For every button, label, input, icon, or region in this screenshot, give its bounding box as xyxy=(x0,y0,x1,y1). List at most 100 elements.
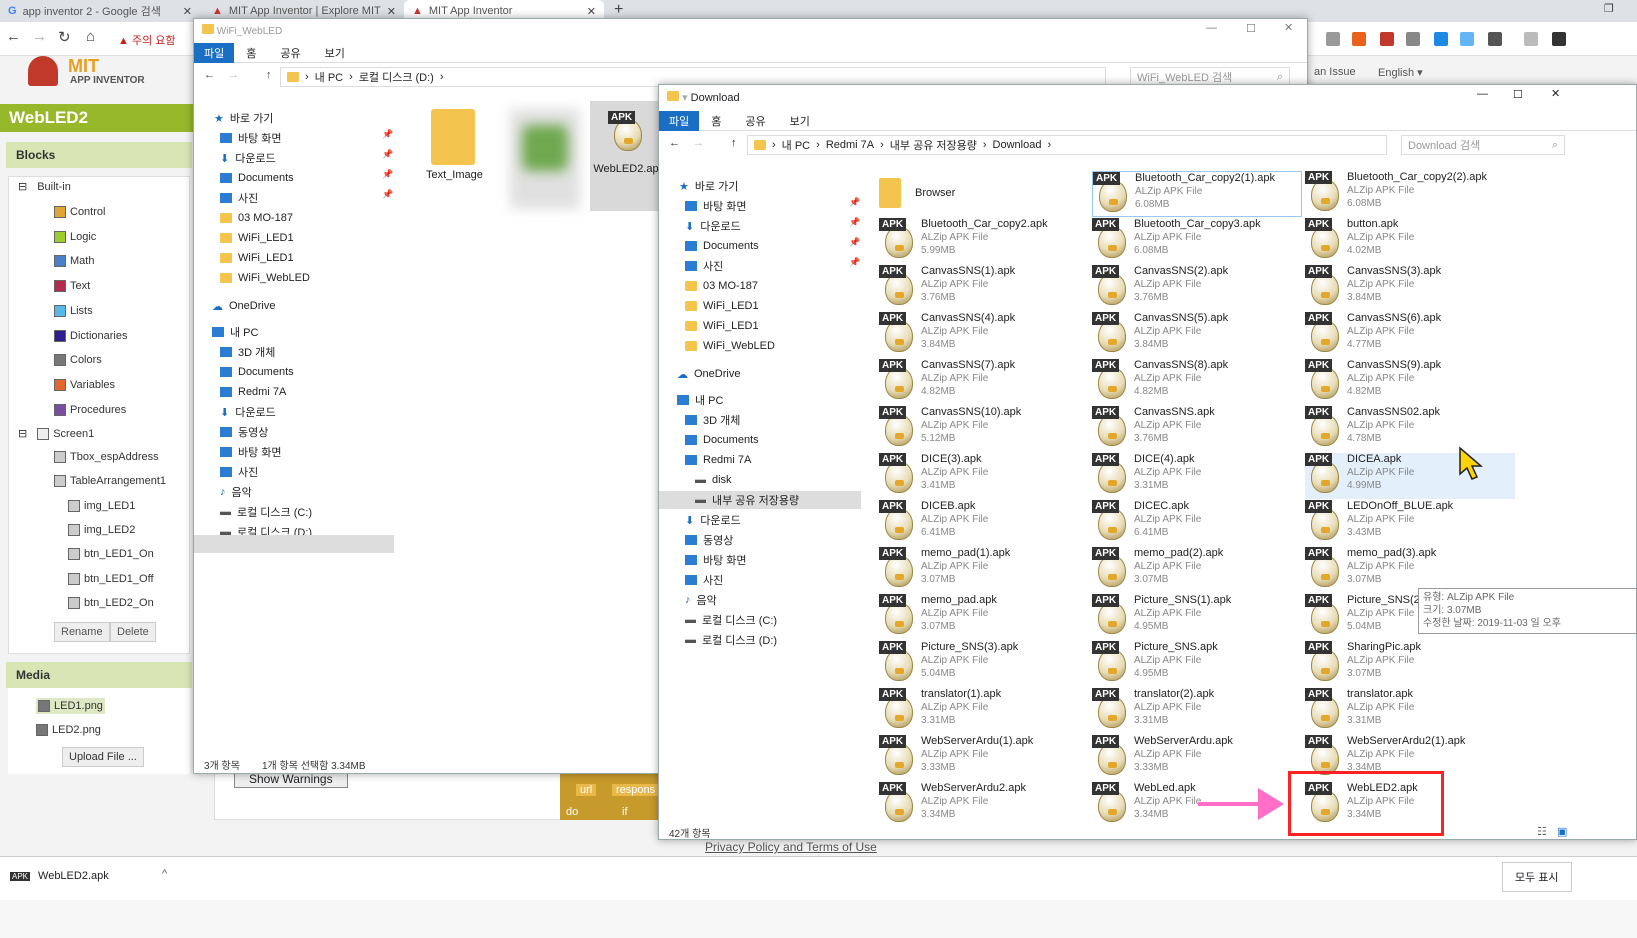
nav-item[interactable]: WiFi_WebLED xyxy=(685,337,775,355)
ribbon-tab-home[interactable]: 홈 xyxy=(234,43,268,63)
show-all-button[interactable]: 모두 표시 xyxy=(1502,862,1572,892)
path-segment[interactable]: 로컬 디스크 (D:) xyxy=(359,69,434,85)
nav-item[interactable]: Documents xyxy=(685,431,759,449)
folder-item[interactable]: Text_Image xyxy=(426,109,483,183)
nav-item[interactable]: 3D 개체 xyxy=(685,411,740,429)
apk-file-item[interactable]: APK translator.apk ALZip APK File 3.31MB xyxy=(1305,688,1515,734)
nav-item[interactable]: Redmi 7A xyxy=(685,451,751,469)
delete-button[interactable]: Delete xyxy=(110,622,156,642)
block-drawer-item[interactable]: Lists xyxy=(54,304,93,317)
collapse-icon[interactable]: ⊟ xyxy=(18,427,27,440)
apk-file-item[interactable]: APK Picture_SNS(3).apk ALZip APK File 5.04… xyxy=(879,641,1089,687)
nav-item[interactable]: Documents xyxy=(685,237,759,255)
component-item[interactable]: btn_LED1_On xyxy=(68,548,154,560)
apk-file-item[interactable]: APK memo_pad(2).apk ALZip APK File 3.07MB xyxy=(1092,547,1302,593)
back-icon[interactable]: ← xyxy=(204,69,215,81)
nav-item[interactable]: ▬ 로컬 디스크 (C:) xyxy=(220,503,312,521)
nav-item[interactable]: 03 MO-187 xyxy=(685,277,758,295)
nav-item[interactable]: ⬇ 다운로드 xyxy=(220,149,276,167)
nav-item[interactable]: ⬇ 다운로드 xyxy=(685,217,741,235)
address-bar[interactable]: › 내 PC › Redmi 7A › 내부 공유 저장용량 › Download › xyxy=(747,135,1387,155)
extension-icon[interactable] xyxy=(1326,32,1340,46)
nav-item[interactable]: Redmi 7A xyxy=(220,383,286,401)
security-warning[interactable]: ▲ 주의 요함 xyxy=(118,32,176,48)
apk-file-item[interactable]: APK memo_pad(3).apk ALZip APK File 3.07MB xyxy=(1305,547,1515,593)
path-segment[interactable]: 내 PC xyxy=(315,69,343,85)
extension-icon[interactable] xyxy=(1434,32,1448,46)
nav-item[interactable]: ▬ 로컬 디스크 (D:) xyxy=(685,631,777,649)
apk-file-item[interactable]: APK WebServerArdu(1).apk ALZip APK File 3.… xyxy=(879,735,1089,781)
nav-item[interactable]: ⬇ 다운로드 xyxy=(685,511,741,529)
download-item[interactable]: APK WebLED2.apk xyxy=(10,870,109,882)
block-url[interactable]: url xyxy=(576,784,597,796)
nav-item[interactable]: WiFi_WebLED xyxy=(220,269,310,287)
nav-item[interactable]: 바탕 화면 xyxy=(220,443,282,461)
extension-icon[interactable] xyxy=(1524,32,1538,46)
apk-file-item[interactable]: APK DICE(3).apk ALZip APK File 3.41MB xyxy=(879,453,1089,499)
privacy-link[interactable]: Privacy Policy and Terms of Use xyxy=(705,840,877,854)
restore-icon[interactable]: ❐ xyxy=(1604,2,1614,15)
nav-item[interactable]: WiFi_LED1 xyxy=(685,297,759,315)
folder-item[interactable]: Browser xyxy=(879,173,1079,213)
apk-file-item[interactable]: APK CanvasSNS(8).apk ALZip APK File 4.82MB xyxy=(1092,359,1302,405)
nav-item[interactable]: 동영상 xyxy=(220,423,268,441)
new-tab-button[interactable]: + xyxy=(614,1,623,19)
block-drawer-item[interactable]: Variables xyxy=(54,378,115,391)
upload-file-button[interactable]: Upload File ... xyxy=(62,747,144,767)
language-select[interactable]: English ▾ xyxy=(1378,66,1423,79)
apk-file-item[interactable]: APK CanvasSNS(6).apk ALZip APK File 4.77MB xyxy=(1305,312,1515,358)
apk-file-item[interactable]: APK CanvasSNS(2).apk ALZip APK File 3.76MB xyxy=(1092,265,1302,311)
component-item[interactable]: img_LED1 xyxy=(68,500,135,512)
block-drawer-item[interactable]: Dictionaries xyxy=(54,329,127,342)
ribbon-tab-file[interactable]: 파일 xyxy=(194,43,235,63)
path-segment[interactable]: 내 PC xyxy=(782,137,810,153)
nav-item[interactable]: ★ 바로 가기 xyxy=(679,177,738,195)
maximize-icon[interactable]: ☐ xyxy=(1513,88,1523,101)
blurred-file[interactable] xyxy=(510,109,580,209)
component-item[interactable]: btn_LED1_Off xyxy=(68,573,154,585)
apk-file-item[interactable]: APK WebServerArdu.apk ALZip APK File 3.33M… xyxy=(1092,735,1302,781)
apk-file-item[interactable]: APK SharingPic.apk ALZip APK File 3.07MB xyxy=(1305,641,1515,687)
ribbon-tab-file[interactable]: 파일 xyxy=(659,111,700,131)
close-icon[interactable]: ✕ xyxy=(587,5,596,18)
home-icon[interactable]: ⌂ xyxy=(86,28,95,45)
up-icon[interactable]: ↑ xyxy=(266,69,272,81)
nav-item[interactable]: 3D 개체 xyxy=(220,343,275,361)
apk-file-item[interactable]: APK translator(2).apk ALZip APK File 3.31M… xyxy=(1092,688,1302,734)
close-window-icon[interactable]: ✕ xyxy=(1551,87,1560,100)
selected-file-item[interactable]: APK WebLED2.ap xyxy=(590,101,662,211)
component-item[interactable]: img_LED2 xyxy=(68,524,135,536)
nav-item[interactable]: ☁ OneDrive xyxy=(677,365,740,383)
close-icon[interactable]: ✕ xyxy=(183,5,192,18)
nav-item[interactable]: 바탕 화면 xyxy=(685,551,747,569)
back-icon[interactable]: ← xyxy=(669,137,680,149)
apk-file-item[interactable]: APK CanvasSNS(10).apk ALZip APK File 5.12M… xyxy=(879,406,1089,452)
apk-file-item[interactable]: APK CanvasSNS.apk ALZip APK File 3.76MB xyxy=(1092,406,1302,452)
nav-item[interactable]: WiFi_LED1 xyxy=(685,317,759,335)
apk-file-item[interactable]: APK WebServerArdu2.apk ALZip APK File 3.34… xyxy=(879,782,1089,828)
screen1-node[interactable]: ⊟ Screen1 xyxy=(18,427,94,440)
apk-file-item[interactable]: APK Bluetooth_Car_copy2(1).apk ALZip APK … xyxy=(1092,171,1302,217)
nav-item[interactable]: Documents xyxy=(220,363,294,381)
nav-item[interactable]: 사진 xyxy=(220,463,258,481)
puzzle-icon[interactable] xyxy=(1552,32,1566,46)
search-box[interactable]: Download 검색 ⌕ xyxy=(1401,135,1565,155)
apk-file-item[interactable]: APK Bluetooth_Car_copy2(2).apk ALZip APK … xyxy=(1305,171,1515,217)
back-icon[interactable]: ← xyxy=(6,28,21,45)
path-segment[interactable]: Redmi 7A xyxy=(826,139,874,151)
media-item[interactable]: LED2.png xyxy=(36,724,101,736)
block-drawer-item[interactable]: Procedures xyxy=(54,403,126,416)
apk-file-item[interactable]: APK CanvasSNS(7).apk ALZip APK File 4.82MB xyxy=(879,359,1089,405)
forward-icon[interactable]: → xyxy=(693,137,704,149)
component-item[interactable]: TableArrangement1 xyxy=(54,475,166,487)
details-view-icon[interactable]: ☷ xyxy=(1537,825,1547,838)
nav-item[interactable]: WiFi_LED1 xyxy=(220,249,294,267)
apk-file-item[interactable]: APK CanvasSNS(1).apk ALZip APK File 3.76MB xyxy=(879,265,1089,311)
block-drawer-item[interactable]: Control xyxy=(54,206,105,218)
nav-item[interactable]: 바탕 화면 xyxy=(220,129,282,147)
nav-item[interactable]: 내 PC xyxy=(677,391,723,409)
nav-item[interactable]: ♪ 음악 xyxy=(685,591,717,609)
apk-file-item[interactable]: APK Bluetooth_Car_copy3.apk ALZip APK Fil… xyxy=(1092,218,1302,264)
chevron-up-icon[interactable]: ^ xyxy=(162,868,167,880)
nav-item[interactable]: ♪ 음악 xyxy=(220,483,252,501)
